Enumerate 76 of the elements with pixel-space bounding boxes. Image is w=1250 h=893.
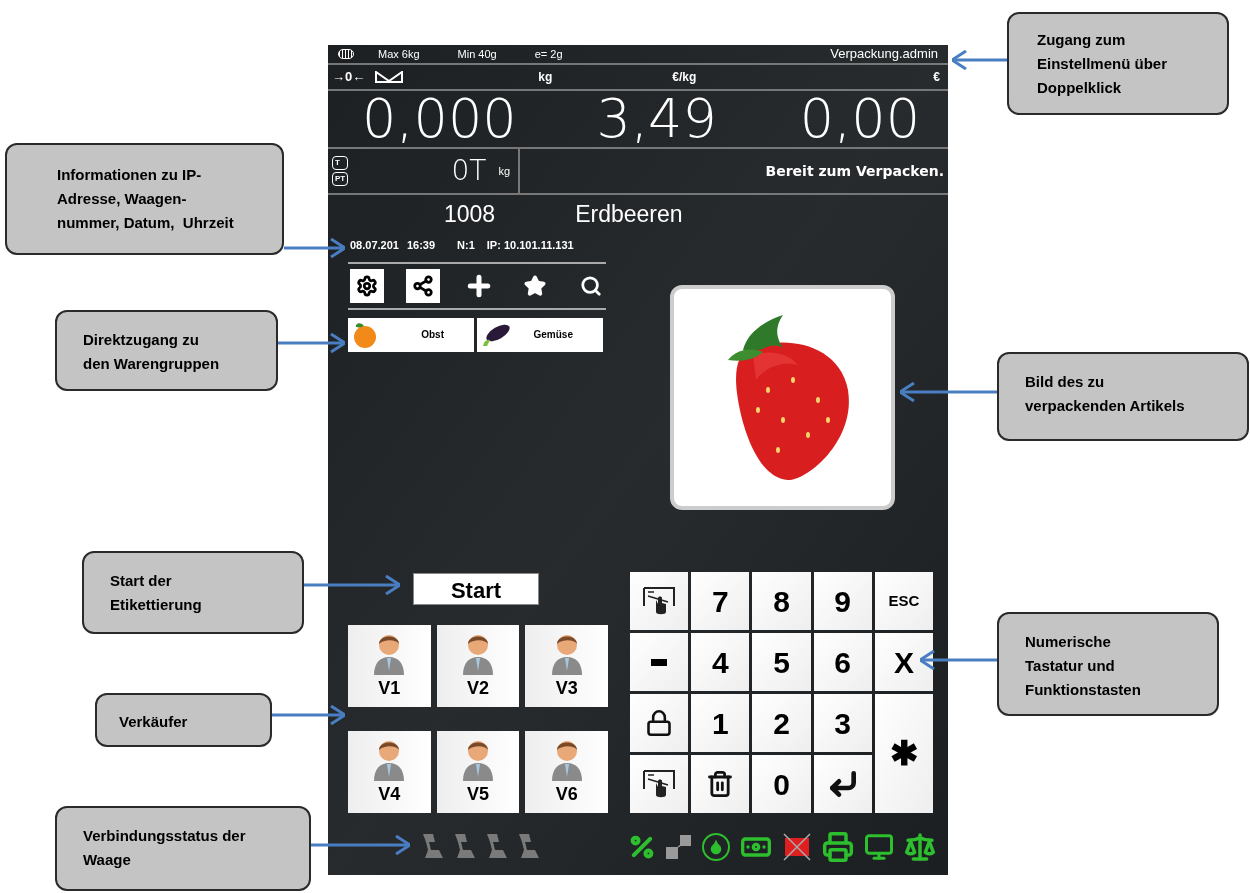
date: 08.07.201 <box>350 238 399 253</box>
percent-icon <box>628 833 656 861</box>
unit-label: kg <box>538 69 553 86</box>
keypad-key[interactable]: 0 <box>752 755 811 813</box>
start-button[interactable]: Start <box>413 573 539 605</box>
vendor-button[interactable]: V1 <box>348 625 431 707</box>
tare-value: 0T <box>451 153 487 189</box>
settings-icon[interactable] <box>350 268 384 303</box>
unit-label: € <box>933 69 941 86</box>
callout-arrow <box>278 333 345 353</box>
callout-text: Start der Etikettierung <box>110 571 203 615</box>
ip-address: IP: 10.101.11.131 <box>486 238 574 253</box>
vendor-button[interactable]: V4 <box>348 731 431 813</box>
keypad-key[interactable]: 2 <box>752 694 811 752</box>
balance-scale-icon <box>904 831 936 863</box>
unit-label: €/kg <box>672 69 697 86</box>
tare-mark: T <box>332 156 349 170</box>
keypad-icon-key[interactable] <box>630 755 689 813</box>
scale-number: N:1 <box>457 238 475 253</box>
oval-indicator-icon <box>338 49 354 59</box>
keypad-key[interactable]: 6 <box>813 633 872 691</box>
keypad-key[interactable]: 9 <box>813 572 872 630</box>
lock-icon <box>645 709 674 737</box>
crossed-printer-icon <box>782 832 812 862</box>
vendor-button[interactable]: V6 <box>525 731 608 813</box>
tare-unit: kg <box>498 163 510 179</box>
keypad-icon-key[interactable] <box>630 694 689 752</box>
vendor-button[interactable]: V5 <box>436 731 520 813</box>
article-number: 1008 <box>444 199 496 229</box>
zero-indicator: →0← <box>332 68 366 87</box>
callout-arrow <box>284 238 345 258</box>
monitor-icon <box>864 832 894 862</box>
drop-icon <box>702 833 730 861</box>
citrus-fruit-icon <box>352 320 378 349</box>
callout-text: Numerische Tastatur und Funktionstasten <box>1025 632 1142 700</box>
callout-text: Bild des zu verpackenden Artikels <box>1025 372 1186 416</box>
time: 16:39 <box>406 238 436 253</box>
keypad-key[interactable]: 4 <box>691 633 750 691</box>
tare-mark: PT <box>332 172 349 186</box>
trash-icon <box>706 770 735 798</box>
min-capacity: Min 40g <box>457 46 497 62</box>
callout-text: Direktzugang zu den Warengruppen <box>83 330 221 374</box>
keypad-icon-key[interactable] <box>691 755 750 813</box>
category-button[interactable]: Gemüse <box>477 317 603 352</box>
keypad-icon-key[interactable] <box>630 633 689 691</box>
keypad-key[interactable]: 3 <box>813 694 872 752</box>
printer-icon <box>822 831 854 863</box>
keypad-icon-key[interactable] <box>813 755 872 813</box>
weight-reading: 0,000 <box>362 92 517 146</box>
keypad-key[interactable]: ESC <box>874 572 933 630</box>
division: e= 2g <box>534 46 563 62</box>
keypad-key[interactable]: 7 <box>691 572 750 630</box>
callout-arrow <box>952 50 1007 70</box>
stable-indicator-icon <box>375 71 404 83</box>
unit-price-reading: 3,49 <box>596 92 717 146</box>
callout-text: Zugang zum Einstellmenü über Doppelklick <box>1037 30 1169 98</box>
keypad-icon-key[interactable] <box>630 572 689 630</box>
vendor-button[interactable]: V2 <box>436 625 520 707</box>
category-button[interactable]: Obst <box>348 317 474 352</box>
vendor-button[interactable]: V3 <box>525 625 608 707</box>
total-price-reading: 0,00 <box>799 92 920 146</box>
keypad-key[interactable]: 5 <box>752 633 811 691</box>
callout-text: Verkäufer <box>119 712 189 732</box>
keypad-key[interactable]: ✱ <box>874 694 933 813</box>
max-capacity: Max 6kg <box>378 46 420 62</box>
keypad-key[interactable]: 8 <box>752 572 811 630</box>
keypad-key[interactable]: X <box>874 633 933 691</box>
linked-squares-icon <box>666 834 692 860</box>
user-name[interactable]: Verpackung.admin <box>830 44 938 64</box>
callout-text: Verbindungsstatus der Waage <box>83 826 247 870</box>
minus-icon <box>651 658 668 666</box>
status-message: Bereit zum Verpacken. <box>765 161 944 181</box>
keypad-key[interactable]: 1 <box>691 694 750 752</box>
article-name: Erdbeeren <box>575 199 683 229</box>
network-icon[interactable] <box>406 268 440 303</box>
callout-text: Informationen zu IP- Adresse, Waagen- nummer, Datum, Uhrzeit <box>57 165 235 233</box>
